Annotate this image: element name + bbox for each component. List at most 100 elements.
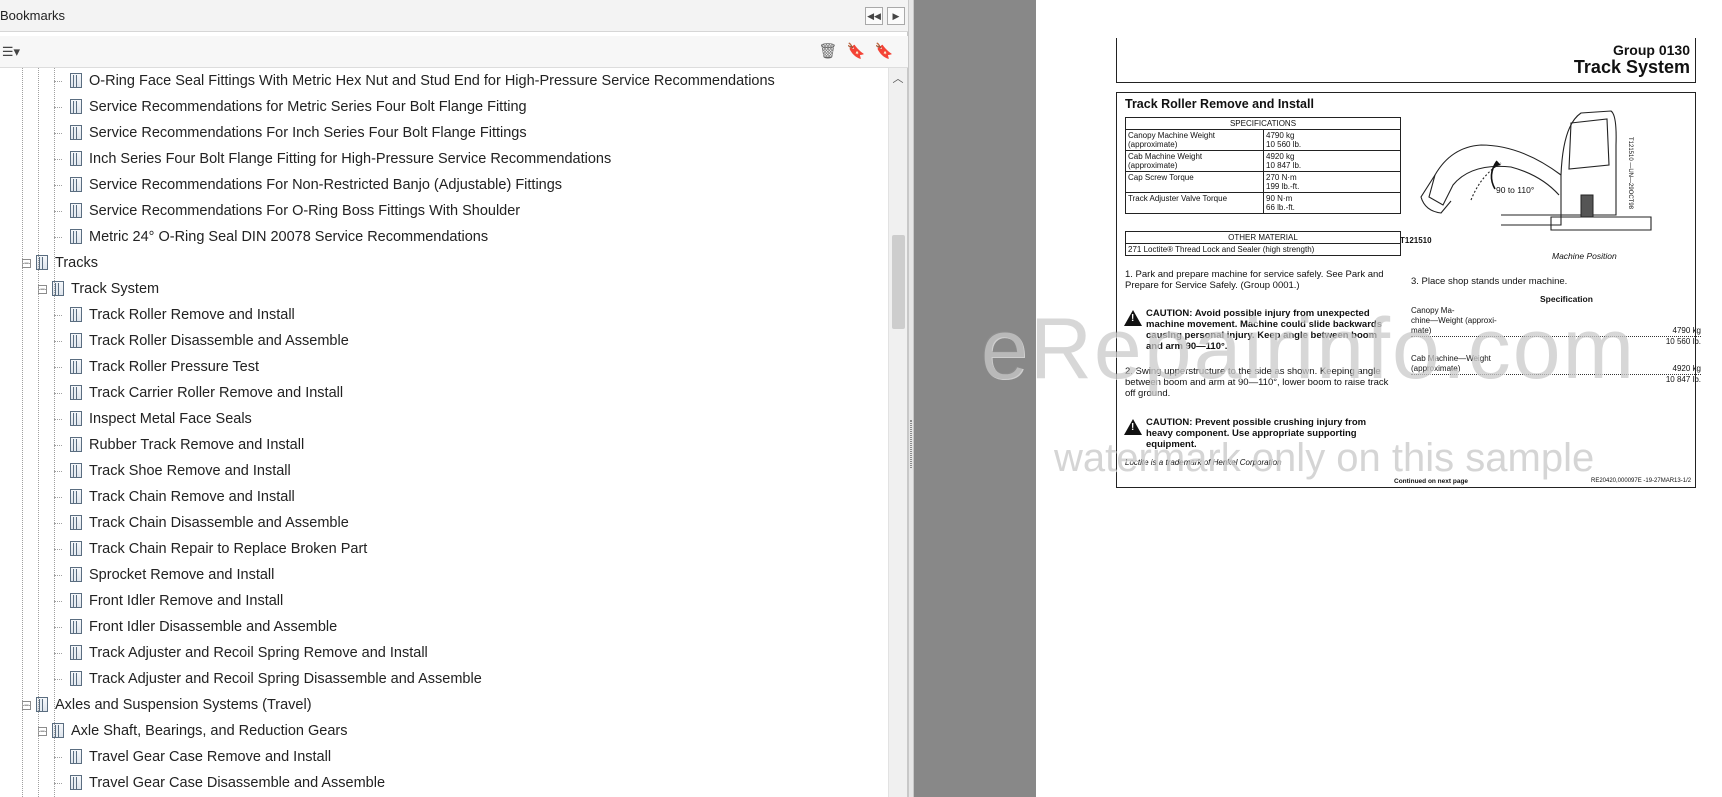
expand-bookmark-icon[interactable]: 🔖 [874, 42, 894, 62]
scroll-thumb[interactable] [892, 235, 905, 329]
bookmark-item[interactable]: Service Recommendations for Metric Serie… [70, 94, 527, 120]
splitter-grip-icon[interactable] [910, 420, 912, 468]
bookmark-label: Front Idler Remove and Install [89, 593, 284, 609]
bookmark-icon [70, 202, 82, 220]
bookmark-label: Travel Gear Case Remove and Install [89, 749, 332, 765]
procedure-heading: Track Roller Remove and Install [1125, 97, 1314, 111]
bookmark-item[interactable]: Metric 24° O-Ring Seal DIN 20078 Service… [70, 224, 488, 250]
bookmark-label: Front Idler Disassemble and Assemble [89, 619, 338, 635]
bookmark-item[interactable]: Track Roller Remove and Install [70, 302, 295, 328]
spec-value: 4790 kg [1266, 131, 1295, 140]
bookmark-item[interactable]: Track Carrier Roller Remove and Install [70, 380, 343, 406]
bookmark-label: Track Roller Disassemble and Assemble [89, 333, 349, 349]
bookmark-label: Track Adjuster and Recoil Spring Disasse… [89, 671, 482, 687]
bookmark-icon [70, 358, 82, 376]
bookmark-item[interactable]: − Axle Shaft, Bearings, and Reduction Gea… [38, 718, 347, 744]
spec-value-alt: 199 lb.-ft. [1266, 182, 1300, 191]
bookmark-item[interactable]: Inspect Metal Face Seals [70, 406, 252, 432]
tree-connector [38, 289, 46, 290]
tree-connector [54, 81, 62, 82]
spec-name: Cab Machine Weight [1128, 152, 1203, 161]
tree-connector [54, 757, 62, 758]
bookmark-item[interactable]: Sprocket Remove and Install [70, 562, 274, 588]
caution-2-text: CAUTION: Prevent possible crushing injur… [1146, 417, 1367, 450]
bookmark-icon [70, 774, 82, 792]
bookmarks-toolbar: ☰▾ 🗑 🔖 🔖 [0, 36, 908, 68]
bookmark-icon [70, 410, 82, 428]
new-bookmark-icon[interactable]: 🔖 [846, 42, 866, 62]
bookmark-item[interactable]: O-Ring Face Seal Fittings With Metric He… [70, 68, 775, 94]
bookmark-item[interactable]: Travel Gear Case Disassemble and Assembl… [70, 770, 385, 796]
spec2-value: 4790 kg [1672, 326, 1701, 335]
bookmark-item[interactable]: Front Idler Disassemble and Assemble [70, 614, 337, 640]
delete-bookmark-icon[interactable]: 🗑 [818, 42, 838, 62]
bookmark-item[interactable]: Track Chain Repair to Replace Broken Par… [70, 536, 367, 562]
tree-connector [54, 393, 62, 394]
bookmark-item[interactable]: Service Recommendations For Inch Series … [70, 120, 527, 146]
excavator-drawing [1420, 110, 1652, 231]
spec2-row-2: Cab Machine—Weight (approximate) 4920 kg… [1411, 354, 1701, 385]
machine-position-figure [1411, 105, 1663, 235]
bookmark-item[interactable]: Service Recommendations For Non-Restrict… [70, 172, 562, 198]
bookmark-item[interactable]: Track Adjuster and Recoil Spring Disasse… [70, 666, 482, 692]
spec2-label: mate) [1411, 326, 1432, 335]
bookmark-tree: O-Ring Face Seal Fittings With Metric He… [0, 68, 888, 797]
bookmark-item[interactable]: Inch Series Four Bolt Flange Fitting for… [70, 146, 611, 172]
tree-connector [54, 185, 62, 186]
bookmark-item[interactable]: Rubber Track Remove and Install [70, 432, 304, 458]
section-title: Track System [1573, 57, 1690, 77]
spec-value-alt: 10 560 lb. [1266, 140, 1302, 149]
spec-name: Cap Screw Torque [1128, 173, 1194, 182]
bookmark-label: O-Ring Face Seal Fittings With Metric He… [89, 73, 775, 89]
pdf-viewer-window: Bookmarks ◀◀ ▶ ☰▾ 🗑 🔖 🔖 O-Ring Face Seal… [0, 0, 1722, 797]
tree-connector [54, 159, 62, 160]
figure-side-code: T121510 —UN—29OCT98 [1627, 136, 1634, 210]
bookmark-item[interactable]: Track Chain Disassemble and Assemble [70, 510, 349, 536]
bookmark-item[interactable]: Track Shoe Remove and Install [70, 458, 291, 484]
spec2-title: Specification [1540, 294, 1593, 304]
spec2-label: (approximate) [1411, 364, 1461, 373]
collapse-pane-icon[interactable]: ◀◀ [865, 7, 883, 25]
group-number: Group 0130 [1612, 42, 1690, 58]
tree-connector [54, 653, 62, 654]
tree-connector [54, 237, 62, 238]
bookmark-item[interactable]: Track Roller Pressure Test [70, 354, 259, 380]
bookmark-item[interactable]: Track Adjuster and Recoil Spring Remove … [70, 640, 428, 666]
spec2-value-alt: 10 560 lb. [1665, 337, 1701, 346]
other-material-header: OTHER MATERIAL [1125, 231, 1401, 244]
tree-connector [54, 575, 62, 576]
figure-caption: Machine Position [1552, 251, 1617, 261]
tree-connector [54, 445, 62, 446]
specifications-table: SPECIFICATIONS Canopy Machine Weight (app… [1125, 117, 1401, 214]
bookmark-item[interactable]: Front Idler Remove and Install [70, 588, 283, 614]
bookmark-label: Track Adjuster and Recoil Spring Remove … [89, 645, 428, 661]
scroll-up-icon[interactable]: ︿ [891, 72, 905, 86]
bookmark-item[interactable]: Service Recommendations For O-Ring Boss … [70, 198, 520, 224]
tree-connector [54, 471, 62, 472]
bookmark-label: Axles and Suspension Systems (Travel) [55, 697, 312, 713]
other-material-item: 271 Loctite® Thread Lock and Sealer (hig… [1125, 243, 1401, 256]
bookmark-item[interactable]: Travel Gear Case Remove and Install [70, 744, 331, 770]
bookmark-label: Axle Shaft, Bearings, and Reduction Gear… [71, 723, 348, 739]
step-1-text: 1. Park and prepare machine for service … [1125, 269, 1384, 291]
caution-icon: ! [1124, 419, 1142, 435]
bookmarks-scrollbar[interactable]: ︿ [888, 68, 907, 797]
bookmark-icon [70, 566, 82, 584]
hide-pane-icon[interactable]: ▶ [887, 7, 905, 25]
bookmark-label: Track Roller Remove and Install [89, 307, 295, 323]
bookmark-icon [70, 228, 82, 246]
trademark-footnote: Loctite is a trademark of Henkel Corpora… [1125, 458, 1282, 467]
bookmarks-pane: Bookmarks ◀◀ ▶ ☰▾ 🗑 🔖 🔖 O-Ring Face Seal… [0, 0, 908, 797]
spec-name: Canopy Machine Weight [1128, 131, 1216, 140]
bookmark-item[interactable]: − Axles and Suspension Systems (Travel) [22, 692, 312, 718]
bookmark-label: Inspect Metal Face Seals [89, 411, 252, 427]
tree-guide [22, 68, 23, 797]
options-menu-icon[interactable]: ☰▾ [0, 44, 22, 60]
bookmark-item[interactable]: − Track System [38, 276, 159, 302]
bookmark-item[interactable]: − Tracks [22, 250, 98, 276]
bookmark-icon [70, 306, 82, 324]
bookmark-item[interactable]: Track Roller Disassemble and Assemble [70, 328, 349, 354]
tree-connector [22, 705, 30, 706]
bookmark-item[interactable]: Track Chain Remove and Install [70, 484, 295, 510]
tree-connector [54, 679, 62, 680]
